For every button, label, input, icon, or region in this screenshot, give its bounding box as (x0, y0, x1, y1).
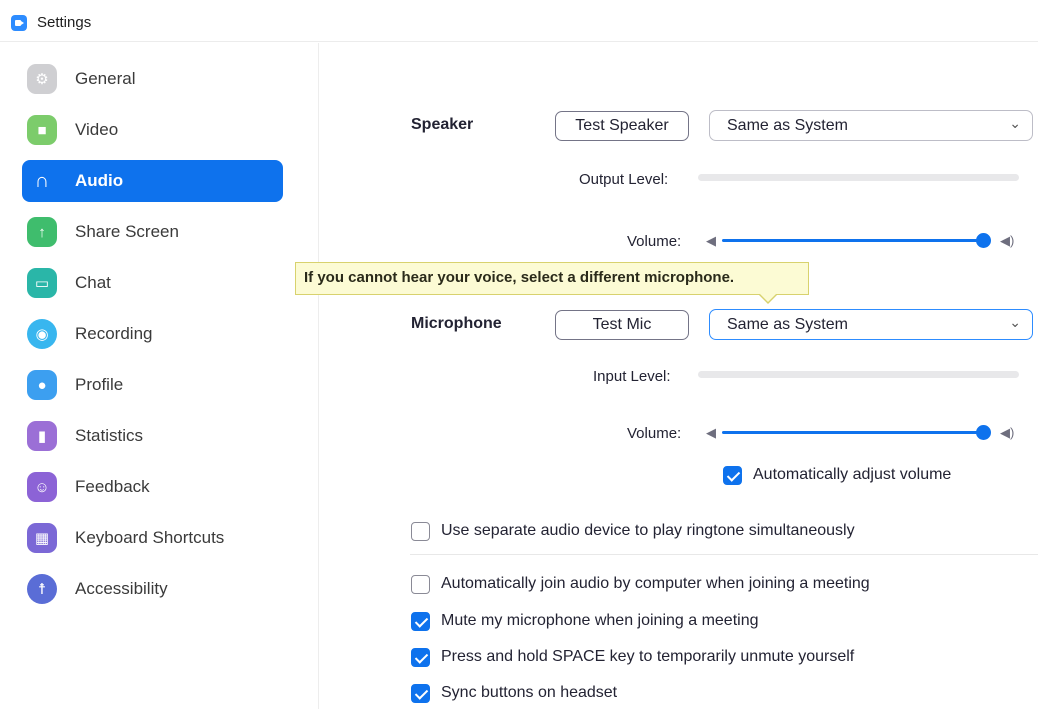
statistics-icon: ▮ (27, 421, 57, 451)
sidebar-item-label: Chat (75, 273, 111, 292)
auto-join-audio-option[interactable]: Automatically join audio by computer whe… (411, 574, 931, 596)
microphone-high-volume-icon: ◀) (1000, 425, 1015, 440)
input-level-label: Input Level: (593, 368, 671, 385)
keyboard-icon: ▦ (27, 523, 57, 553)
speaker-label: Speaker (411, 116, 474, 133)
speaker-volume-label: Volume: (627, 233, 682, 250)
sidebar-item-label: Audio (75, 171, 124, 190)
speaker-device-value: Same as System (727, 117, 848, 134)
section-divider (410, 554, 1038, 555)
microphone-volume-label: Volume: (627, 425, 682, 442)
speaker-volume-thumb[interactable] (976, 233, 991, 248)
chat-icon: ▭ (27, 268, 57, 298)
sidebar-item-profile[interactable]: ● Profile (22, 364, 283, 406)
feedback-icon: ☺ (27, 472, 57, 502)
accessibility-icon: ☨ (27, 574, 57, 604)
settings-sidebar: ⚙ General ■ Video ∩ Audio ↑ Share Screen… (0, 43, 319, 709)
sidebar-item-general[interactable]: ⚙ General (22, 58, 283, 100)
title-bar: Settings (0, 0, 1038, 42)
sidebar-item-label: Recording (75, 324, 153, 343)
sidebar-item-audio[interactable]: ∩ Audio (22, 160, 283, 202)
sidebar-item-chat[interactable]: ▭ Chat (22, 262, 283, 304)
speaker-volume-slider[interactable] (722, 239, 984, 242)
chevron-down-icon: ⌄ (1009, 314, 1021, 330)
speaker-device-select[interactable]: Same as System ⌄ (709, 110, 1033, 141)
auto-join-audio-checkbox[interactable] (411, 575, 430, 594)
headphones-icon: ∩ (34, 169, 50, 192)
space-unmute-label: Press and hold SPACE key to temporarily … (441, 648, 855, 665)
input-level-meter (698, 371, 1019, 378)
microphone-low-volume-icon: ◀ (706, 425, 716, 440)
gear-icon: ⚙ (27, 64, 57, 94)
sidebar-item-label: Accessibility (75, 579, 168, 598)
mute-on-join-option[interactable]: Mute my microphone when joining a meetin… (411, 611, 831, 633)
sidebar-item-label: Keyboard Shortcuts (75, 528, 225, 547)
profile-icon: ● (27, 370, 57, 400)
auto-join-audio-label: Automatically join audio by computer whe… (441, 575, 870, 592)
test-mic-button[interactable]: Test Mic (555, 310, 689, 340)
microphone-volume-slider[interactable] (722, 431, 984, 434)
mute-on-join-label: Mute my microphone when joining a meetin… (441, 612, 759, 629)
sync-headset-checkbox[interactable] (411, 684, 430, 703)
zoom-app-icon (11, 15, 27, 31)
tooltip-arrow (758, 293, 778, 304)
chevron-down-icon: ⌄ (1009, 115, 1021, 131)
microphone-label: Microphone (411, 315, 502, 332)
auto-adjust-volume-label: Automatically adjust volume (753, 466, 952, 483)
space-unmute-checkbox[interactable] (411, 648, 430, 667)
sidebar-item-label: Feedback (75, 477, 150, 496)
space-unmute-option[interactable]: Press and hold SPACE key to temporarily … (411, 647, 911, 669)
sidebar-item-feedback[interactable]: ☺ Feedback (22, 466, 283, 508)
sync-headset-label: Sync buttons on headset (441, 684, 618, 701)
sidebar-item-keyboard-shortcuts[interactable]: ▦ Keyboard Shortcuts (22, 517, 283, 559)
speaker-high-volume-icon: ◀) (1000, 233, 1015, 248)
separate-ringtone-checkbox[interactable] (411, 522, 430, 541)
sidebar-item-label: Share Screen (75, 222, 179, 241)
output-level-label: Output Level: (579, 171, 669, 188)
sync-headset-option[interactable]: Sync buttons on headset (411, 683, 671, 705)
microphone-device-value: Same as System (727, 316, 848, 333)
sidebar-item-share-screen[interactable]: ↑ Share Screen (22, 211, 283, 253)
auto-adjust-volume-checkbox[interactable] (723, 466, 742, 485)
sidebar-item-accessibility[interactable]: ☨ Accessibility (22, 568, 283, 610)
sidebar-item-statistics[interactable]: ▮ Statistics (22, 415, 283, 457)
separate-ringtone-label: Use separate audio device to play ringto… (441, 522, 855, 539)
sidebar-item-video[interactable]: ■ Video (22, 109, 283, 151)
share-screen-icon: ↑ (27, 217, 57, 247)
microphone-hint-tooltip: If you cannot hear your voice, select a … (295, 262, 809, 295)
microphone-device-select[interactable]: Same as System ⌄ (709, 309, 1033, 340)
recording-icon: ◉ (27, 319, 57, 349)
test-speaker-button[interactable]: Test Speaker (555, 111, 689, 141)
speaker-low-volume-icon: ◀ (706, 233, 716, 248)
mute-on-join-checkbox[interactable] (411, 612, 430, 631)
sidebar-item-label: Profile (75, 375, 124, 394)
sidebar-item-recording[interactable]: ◉ Recording (22, 313, 283, 355)
separate-ringtone-option[interactable]: Use separate audio device to play ringto… (411, 521, 911, 543)
window-title: Settings (37, 14, 92, 31)
microphone-volume-thumb[interactable] (976, 425, 991, 440)
video-camera-icon: ■ (27, 115, 57, 145)
auto-adjust-volume-option[interactable]: Automatically adjust volume (723, 465, 983, 487)
sidebar-item-label: Statistics (75, 426, 144, 445)
sidebar-item-label: Video (75, 120, 119, 139)
sidebar-item-label: General (75, 69, 136, 88)
output-level-meter (698, 174, 1019, 181)
